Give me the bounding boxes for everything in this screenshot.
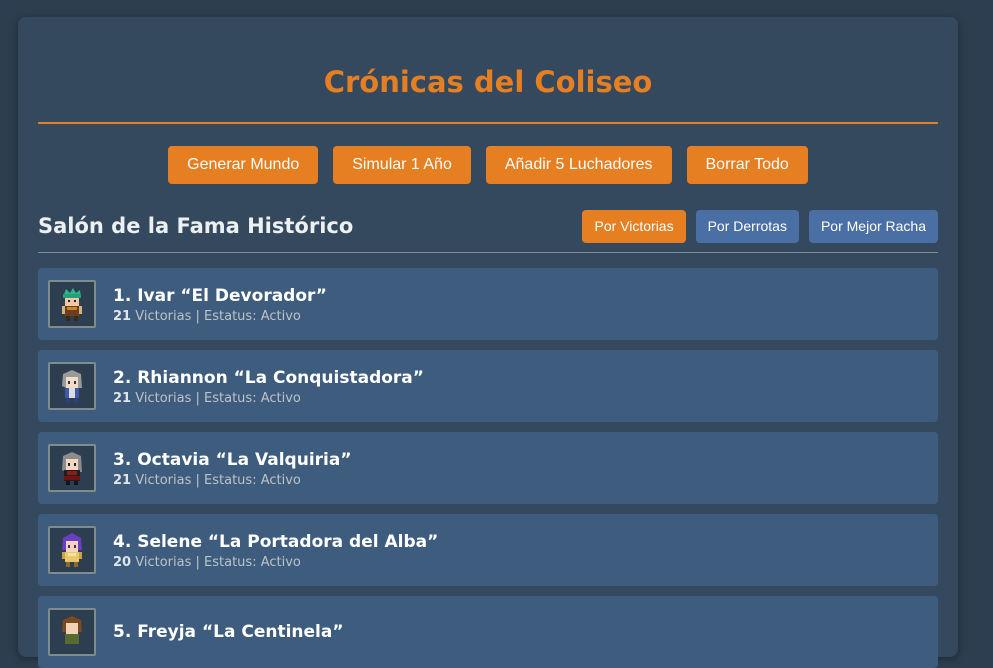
sort-by-victories-button[interactable]: Por Victorias (582, 209, 686, 243)
fighter-name: 4. Selene “La Portadora del Alba” (113, 531, 439, 552)
status-value: Activo (260, 308, 301, 324)
fighter-sprite-icon (62, 452, 82, 485)
wins-count: 21 (113, 472, 132, 488)
wins-label: Victorias (135, 472, 192, 488)
wins-label: Victorias (135, 554, 192, 570)
wins-label: Victorias (135, 390, 192, 406)
status-label: Estatus: (204, 472, 257, 488)
fighter-name: 2. Rhiannon “La Conquistadora” (113, 367, 424, 388)
entry-info: 1. Ivar “El Devorador” 21 Victorias | Es… (113, 285, 327, 324)
status-label: Estatus: (204, 554, 257, 570)
wins-count: 21 (113, 308, 132, 324)
sort-by-streak-button[interactable]: Por Mejor Racha (808, 209, 938, 243)
status-label: Estatus: (204, 308, 257, 324)
toolbar: Generar Mundo Simular 1 Año Añadir 5 Luc… (38, 146, 938, 184)
fighter-avatar-icon (48, 526, 96, 574)
fighter-avatar-icon (48, 608, 96, 656)
stats-separator: | (195, 472, 200, 488)
list-item: 5. Freyja “La Centinela” (38, 596, 938, 668)
hall-of-fame-header: Salón de la Fama Histórico Por Victorias… (38, 209, 938, 243)
list-item: 1. Ivar “El Devorador” 21 Victorias | Es… (38, 268, 938, 340)
stats-separator: | (195, 308, 200, 324)
sort-by-defeats-button[interactable]: Por Derrotas (695, 209, 799, 243)
fighter-name: 5. Freyja “La Centinela” (113, 622, 344, 642)
list-item: 2. Rhiannon “La Conquistadora” 21 Victor… (38, 350, 938, 422)
entry-info: 5. Freyja “La Centinela” (113, 621, 344, 643)
fighter-avatar-icon (48, 444, 96, 492)
stats-separator: | (195, 554, 200, 570)
entry-info: 4. Selene “La Portadora del Alba” 20 Vic… (113, 531, 438, 570)
fighter-name: 1. Ivar “El Devorador” (113, 285, 327, 306)
fighter-sprite-icon (62, 288, 82, 321)
stats-separator: | (195, 390, 200, 406)
fighter-sprite-icon (62, 533, 82, 567)
wins-count: 21 (113, 390, 132, 406)
fighter-stats: 21 Victorias | Estatus: Activo (113, 309, 327, 324)
title-divider (38, 122, 938, 124)
entry-info: 3. Octavia “La Valquiria” 21 Victorias |… (113, 449, 352, 488)
hall-of-fame-list: 1. Ivar “El Devorador” 21 Victorias | Es… (38, 268, 938, 668)
main-panel: Crónicas del Coliseo Generar Mundo Simul… (18, 17, 958, 668)
fighter-stats: 21 Victorias | Estatus: Activo (113, 473, 352, 488)
status-value: Activo (260, 554, 301, 570)
simulate-year-button[interactable]: Simular 1 Año (333, 146, 471, 184)
fighter-avatar-icon (48, 362, 96, 410)
status-value: Activo (260, 390, 301, 406)
add-fighters-button[interactable]: Añadir 5 Luchadores (485, 146, 672, 184)
fighter-stats: 21 Victorias | Estatus: Activo (113, 391, 424, 406)
fighter-sprite-icon (62, 370, 82, 403)
status-value: Activo (260, 472, 301, 488)
entry-info: 2. Rhiannon “La Conquistadora” 21 Victor… (113, 367, 424, 406)
wins-count: 20 (113, 554, 132, 570)
wins-label: Victorias (135, 308, 192, 324)
sort-options: Por Victorias Por Derrotas Por Mejor Rac… (582, 209, 938, 243)
generate-world-button[interactable]: Generar Mundo (168, 146, 319, 184)
fighter-stats: 20 Victorias | Estatus: Activo (113, 555, 438, 570)
status-label: Estatus: (204, 390, 257, 406)
fighter-sprite-icon (62, 616, 82, 644)
hall-of-fame-title: Salón de la Fama Histórico (38, 214, 354, 238)
list-item: 4. Selene “La Portadora del Alba” 20 Vic… (38, 514, 938, 586)
clear-all-button[interactable]: Borrar Todo (686, 146, 808, 184)
fighter-avatar-icon (48, 280, 96, 328)
fighter-name: 3. Octavia “La Valquiria” (113, 449, 352, 470)
page-title: Crónicas del Coliseo (323, 65, 653, 99)
list-item: 3. Octavia “La Valquiria” 21 Victorias |… (38, 432, 938, 504)
hall-of-fame-divider (38, 252, 938, 253)
